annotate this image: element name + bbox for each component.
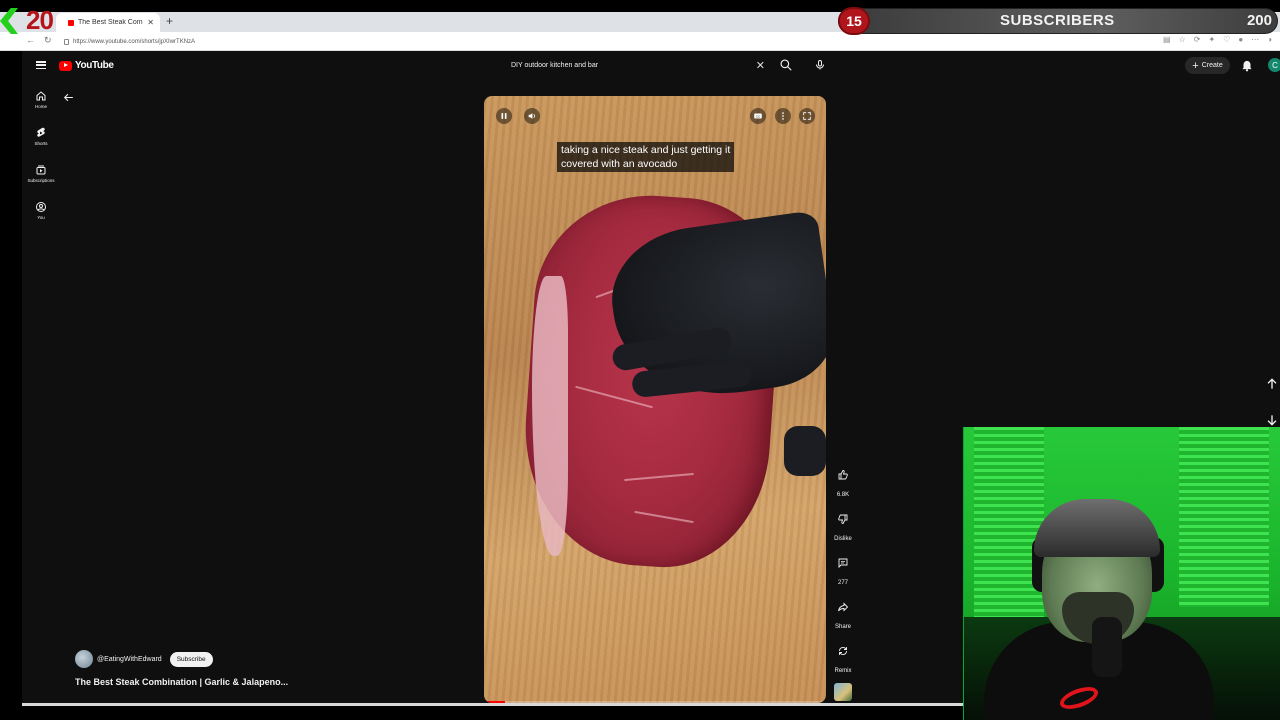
fullscreen-icon: [803, 112, 811, 120]
more-vert-icon: [782, 112, 784, 120]
url-text: https://www.youtube.com/shorts/jpXIwrTKN…: [73, 38, 196, 45]
bookmark-star-icon[interactable]: ☆: [1179, 35, 1186, 44]
tab-close-icon[interactable]: ✕: [147, 18, 154, 27]
new-tab-icon[interactable]: +: [166, 14, 173, 28]
shorts-icon: [37, 127, 45, 137]
video-caption: taking a nice steak and just getting it …: [557, 142, 735, 172]
webcam-overlay: [963, 427, 1280, 720]
sidebar-item-home[interactable]: Home: [24, 90, 58, 109]
sidebar-label: Home: [34, 104, 47, 109]
youtube-play-icon: [59, 60, 72, 71]
back-arrow-icon[interactable]: [62, 91, 75, 104]
share-button[interactable]: Share: [829, 594, 857, 630]
caption-line: covered with an avocado: [561, 158, 678, 170]
microphone: [1092, 617, 1122, 677]
arrow-icon: [0, 8, 18, 34]
share-icon: [838, 602, 849, 612]
thumbs-down-icon: [838, 514, 848, 524]
comment-icon: [838, 558, 848, 569]
logo-text: YouTube: [75, 60, 114, 71]
captions-button[interactable]: CC: [750, 108, 766, 124]
volume-button[interactable]: [524, 108, 540, 124]
url-field[interactable]: https://www.youtube.com/shorts/jpXIwrTKN…: [64, 35, 1134, 48]
microphone-icon[interactable]: [814, 58, 826, 72]
window-shutter: [974, 427, 1044, 627]
previous-short-icon[interactable]: [1264, 376, 1280, 392]
video-title[interactable]: The Best Steak Combination | Garlic & Ja…: [75, 677, 288, 687]
fullscreen-button[interactable]: [799, 108, 815, 124]
menu-icon[interactable]: [36, 60, 46, 70]
sidebar-label: Shorts: [34, 141, 48, 146]
shorts-video-player[interactable]: taking a nice steak and just getting it …: [484, 96, 826, 703]
youtube-logo[interactable]: YouTube: [59, 60, 114, 71]
dislike-label: Dislike: [834, 536, 852, 542]
sidebar-item-shorts[interactable]: Shorts: [24, 127, 58, 146]
pause-icon: [501, 113, 507, 119]
lock-icon: [64, 38, 69, 45]
sidebar-icon[interactable]: ◑: [1267, 35, 1272, 44]
channel-avatar[interactable]: [75, 650, 93, 668]
sound-thumbnail[interactable]: [834, 683, 852, 701]
svg-text:CC: CC: [756, 114, 760, 118]
back-icon[interactable]: ←: [26, 35, 35, 45]
profile-icon[interactable]: ●: [1238, 35, 1243, 44]
subscriptions-icon: [36, 165, 46, 175]
create-label: Create: [1201, 62, 1223, 69]
subscriber-goal: 200: [1246, 12, 1272, 29]
plus-icon: +: [1192, 59, 1199, 72]
window-shutter: [1179, 427, 1269, 607]
more-options-button[interactable]: [775, 108, 791, 124]
subscriber-label: SUBSCRIBERS: [1000, 12, 1115, 29]
streamer-cap: [1034, 499, 1160, 557]
home-icon: [36, 91, 46, 101]
clear-search-icon[interactable]: ✕: [756, 59, 765, 72]
channel-info: @EatingWithEdward Subscribe: [75, 650, 213, 668]
menu-dots-icon[interactable]: ⋯: [1251, 35, 1259, 44]
thumbs-up-icon: [838, 470, 848, 480]
captions-icon: CC: [754, 113, 762, 119]
comments-button[interactable]: 277: [829, 550, 857, 586]
dislike-button[interactable]: Dislike: [829, 506, 857, 542]
reader-icon[interactable]: ▤: [1163, 35, 1171, 44]
sidebar-item-subscriptions[interactable]: Subscriptions: [24, 164, 58, 183]
you-icon: [36, 202, 46, 212]
create-button[interactable]: + Create: [1185, 57, 1230, 74]
page-bottom-border: [22, 703, 963, 706]
comment-count: 277: [837, 580, 848, 586]
account-avatar[interactable]: C: [1268, 58, 1280, 72]
browser-toolbar-icons: ▤ ☆ ⟳ ✦ ♡ ● ⋯ ◑: [1163, 35, 1272, 44]
refresh-ext-icon[interactable]: ⟳: [1194, 35, 1201, 44]
youtube-favicon-icon: [68, 19, 74, 26]
extensions-icon[interactable]: ✦: [1208, 35, 1215, 44]
notifications-bell-icon[interactable]: [1240, 58, 1254, 72]
glove-thumb: [784, 426, 826, 476]
subscriber-count: 15: [838, 7, 870, 35]
pause-button[interactable]: [496, 108, 512, 124]
search-icon[interactable]: [779, 58, 793, 72]
channel-name[interactable]: @EatingWithEdward: [97, 656, 162, 663]
sidebar-item-you[interactable]: You: [24, 201, 58, 220]
search-value: DIY outdoor kitchen and bar: [511, 62, 599, 69]
remix-icon: [839, 647, 847, 655]
volume-icon: [528, 113, 535, 119]
like-button[interactable]: 6.8K: [829, 462, 857, 498]
sidebar-label: You: [37, 215, 45, 220]
tab-title: The Best Steak Combination |: [78, 19, 143, 26]
next-short-icon[interactable]: [1264, 412, 1280, 428]
reload-icon[interactable]: ↻: [44, 35, 52, 46]
remix-button[interactable]: Remix: [829, 638, 857, 674]
favorites-icon[interactable]: ♡: [1223, 35, 1230, 44]
progress-fill: [484, 701, 505, 703]
video-progress-bar[interactable]: [484, 701, 826, 703]
counter-value: 20: [26, 5, 54, 35]
like-count: 6.8K: [836, 492, 850, 498]
subscribe-button[interactable]: Subscribe: [169, 651, 213, 667]
share-label: Share: [834, 624, 851, 630]
browser-tab[interactable]: The Best Steak Combination | ✕: [56, 13, 160, 32]
search-input[interactable]: DIY outdoor kitchen and bar ✕: [503, 56, 773, 75]
remix-label: Remix: [834, 668, 852, 674]
sidebar-label: Subscriptions: [27, 178, 55, 183]
stream-counter-left: 20: [0, 2, 58, 36]
caption-line: taking a nice steak and just getting it: [561, 144, 731, 156]
